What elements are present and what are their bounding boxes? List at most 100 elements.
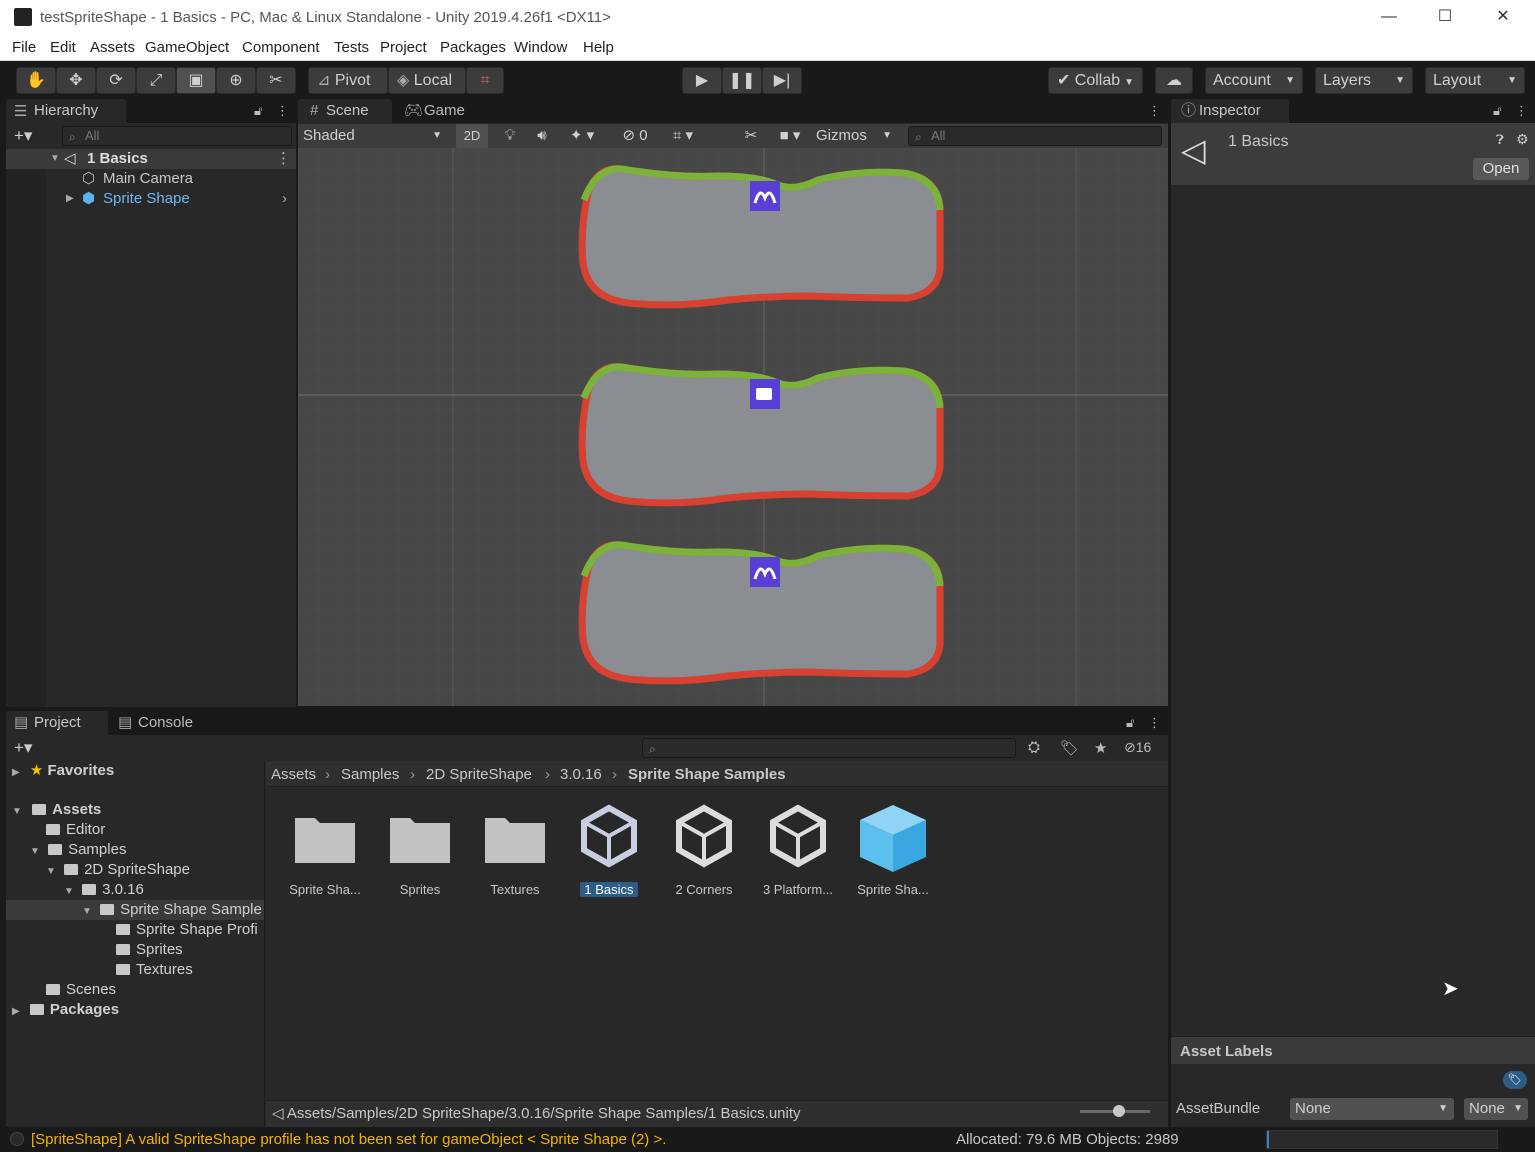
breadcrumb-item[interactable]: Samples (341, 766, 399, 783)
help-icon[interactable]: ❓︎ (1496, 132, 1504, 148)
asset-item[interactable]: Sprites (375, 800, 465, 897)
sprite-shape-object[interactable] (578, 541, 944, 685)
settings-gear-icon[interactable]: ⚙ (1516, 131, 1529, 148)
shading-mode-dropdown[interactable]: Shaded ▼ (298, 124, 448, 148)
menu-assets[interactable]: Assets (90, 39, 135, 56)
move-tool-icon[interactable]: ✥ (56, 67, 96, 94)
expand-arrow-icon[interactable]: ▼ (64, 886, 74, 897)
kebab-menu-icon[interactable]: ⋮ (1148, 103, 1161, 119)
project-search-input[interactable]: ⌕ (642, 738, 1016, 758)
kebab-menu-icon[interactable]: ⋮ (1148, 715, 1161, 731)
filter-by-label-icon[interactable]: 🏷︎ (1060, 739, 1079, 757)
rect-tool-icon[interactable]: ▣ (176, 67, 216, 94)
menu-window[interactable]: Window (514, 39, 567, 56)
tree-sprites[interactable]: Sprites (116, 940, 183, 960)
menu-component[interactable]: Component (242, 39, 320, 56)
tree-favorites[interactable]: ▶ ★ Favorites (12, 761, 114, 781)
rotate-tool-icon[interactable]: ⟳ (96, 67, 136, 94)
expand-arrow-icon[interactable]: ▼ (82, 906, 92, 917)
lock-icon[interactable]: 🔓︎ (254, 103, 262, 119)
scene-search-input[interactable]: ⌕ All (908, 126, 1162, 146)
expand-arrow-icon[interactable]: ▶ (12, 1006, 20, 1017)
asset-item[interactable]: 3 Platform... (753, 800, 843, 897)
custom-tool-icon[interactable]: ✂ (256, 67, 296, 94)
hierarchy-search-input[interactable]: ⌕ All (62, 126, 292, 146)
tree-scenes[interactable]: Scenes (46, 980, 116, 1000)
hand-tool-icon[interactable]: ✋ (16, 67, 56, 94)
breadcrumb-item[interactable]: 3.0.16 (560, 766, 602, 783)
pause-button[interactable]: ❚❚ (722, 67, 762, 94)
layers-dropdown[interactable]: Layers ▼ (1315, 67, 1413, 94)
asset-item[interactable]: Textures (470, 800, 560, 897)
tab-game[interactable]: 🎮︎ Game (396, 99, 476, 123)
account-dropdown[interactable]: Account ▼ (1205, 67, 1303, 94)
gizmos-dropdown[interactable]: Gizmos ▼ (814, 124, 900, 148)
expand-arrow-icon[interactable]: ▼ (46, 866, 56, 877)
lock-icon[interactable]: 🔓︎ (1126, 715, 1134, 731)
2d-toggle[interactable]: 2D (456, 124, 488, 148)
expand-arrow-icon[interactable]: ▼ (12, 806, 22, 817)
grid-snap-icon[interactable]: ⌗ (466, 67, 504, 94)
assetbundle-variant-dropdown[interactable]: None ▼ (1464, 1098, 1528, 1120)
hidden-packages-toggle[interactable]: ⊘16 (1124, 739, 1151, 756)
scene-canvas[interactable] (298, 148, 1168, 706)
tab-scene[interactable]: # Scene (298, 99, 392, 123)
asset-item-selected[interactable]: 1 Basics (564, 800, 654, 897)
sprite-shape-object[interactable] (578, 165, 944, 309)
add-icon[interactable]: +▾ (14, 738, 32, 758)
lighting-icon[interactable]: 💡︎ (496, 124, 524, 148)
maximize-button[interactable]: ☐ (1416, 0, 1474, 34)
menu-file[interactable]: File (12, 39, 36, 56)
tree-packages[interactable]: ▶ Packages (12, 1000, 119, 1020)
tree-samples[interactable]: ▼ Samples (30, 840, 126, 860)
layout-dropdown[interactable]: Layout ▼ (1425, 67, 1525, 94)
kebab-menu-icon[interactable]: ⋮ (276, 149, 291, 169)
menu-tests[interactable]: Tests (334, 39, 369, 56)
expand-arrow-icon[interactable]: ▼ (30, 846, 40, 857)
status-message[interactable]: [SpriteShape] A valid SpriteShape profil… (31, 1131, 666, 1148)
tree-editor[interactable]: Editor (46, 820, 105, 840)
icon-size-slider-thumb[interactable] (1113, 1105, 1125, 1117)
play-button[interactable]: ▶ (682, 67, 722, 94)
sprite-shape-object[interactable] (578, 363, 944, 507)
kebab-menu-icon[interactable]: ⋮ (1515, 103, 1528, 119)
tree-assets[interactable]: ▼ Assets (12, 800, 101, 820)
asset-item[interactable]: 2 Corners (659, 800, 749, 897)
hierarchy-scene-row[interactable]: ▼ ◁ 1 Basics ⋮ (6, 149, 296, 169)
audio-icon[interactable]: 🔊︎ (528, 124, 556, 148)
menu-packages[interactable]: Packages (440, 39, 506, 56)
breadcrumb-item[interactable]: 2D SpriteShape (426, 766, 532, 783)
pivot-toggle[interactable]: ⊿ Pivot (308, 67, 388, 94)
add-icon[interactable]: +▾ (14, 126, 32, 146)
favorite-star-icon[interactable]: ★ (1094, 739, 1107, 757)
tab-project[interactable]: ▤ Project (6, 711, 108, 735)
tree-2d-spriteshape[interactable]: ▼ 2D SpriteShape (46, 860, 190, 880)
asset-labels-header[interactable]: Asset Labels (1171, 1036, 1535, 1064)
hierarchy-item-sprite-shape[interactable]: ▶ ⬢ Sprite Shape › (6, 189, 296, 209)
chevron-right-icon[interactable]: › (282, 189, 287, 209)
breadcrumb-item[interactable]: Assets (271, 766, 316, 783)
expand-arrow-icon[interactable]: ▶ (66, 189, 74, 209)
tree-sprite-shape-samples[interactable]: ▼ Sprite Shape Sample (6, 900, 264, 920)
menu-edit[interactable]: Edit (50, 39, 76, 56)
tree-version[interactable]: ▼ 3.0.16 (64, 880, 144, 900)
collab-dropdown[interactable]: ✔ Collab ▼ (1048, 67, 1143, 94)
effects-icon[interactable]: ✦ ▾ (560, 124, 604, 148)
open-button[interactable]: Open (1473, 158, 1529, 180)
assetbundle-dropdown[interactable]: None ▼ (1290, 1098, 1454, 1120)
tab-console[interactable]: ▤ Console (110, 711, 210, 735)
close-button[interactable]: ✕ (1474, 0, 1532, 34)
menu-gameobject[interactable]: GameObject (145, 39, 229, 56)
lock-icon[interactable]: 🔓︎ (1493, 103, 1501, 119)
local-toggle[interactable]: ◈ Local (388, 67, 466, 94)
hierarchy-item-main-camera[interactable]: ⬡ Main Camera (6, 169, 296, 189)
hidden-objects-toggle[interactable]: ⊘ 0 (616, 124, 654, 148)
expand-arrow-icon[interactable]: ▶ (12, 767, 20, 778)
grid-icon[interactable]: ⌗ ▾ (660, 124, 706, 148)
tab-hierarchy[interactable]: ☰ Hierarchy (6, 99, 126, 123)
menu-project[interactable]: Project (380, 39, 427, 56)
tools-icon[interactable]: ✂ (738, 124, 764, 148)
scene-viewport[interactable] (298, 148, 1168, 706)
asset-item[interactable]: Sprite Sha... (280, 800, 370, 897)
tag-icon[interactable]: 🏷︎ (1503, 1071, 1527, 1089)
